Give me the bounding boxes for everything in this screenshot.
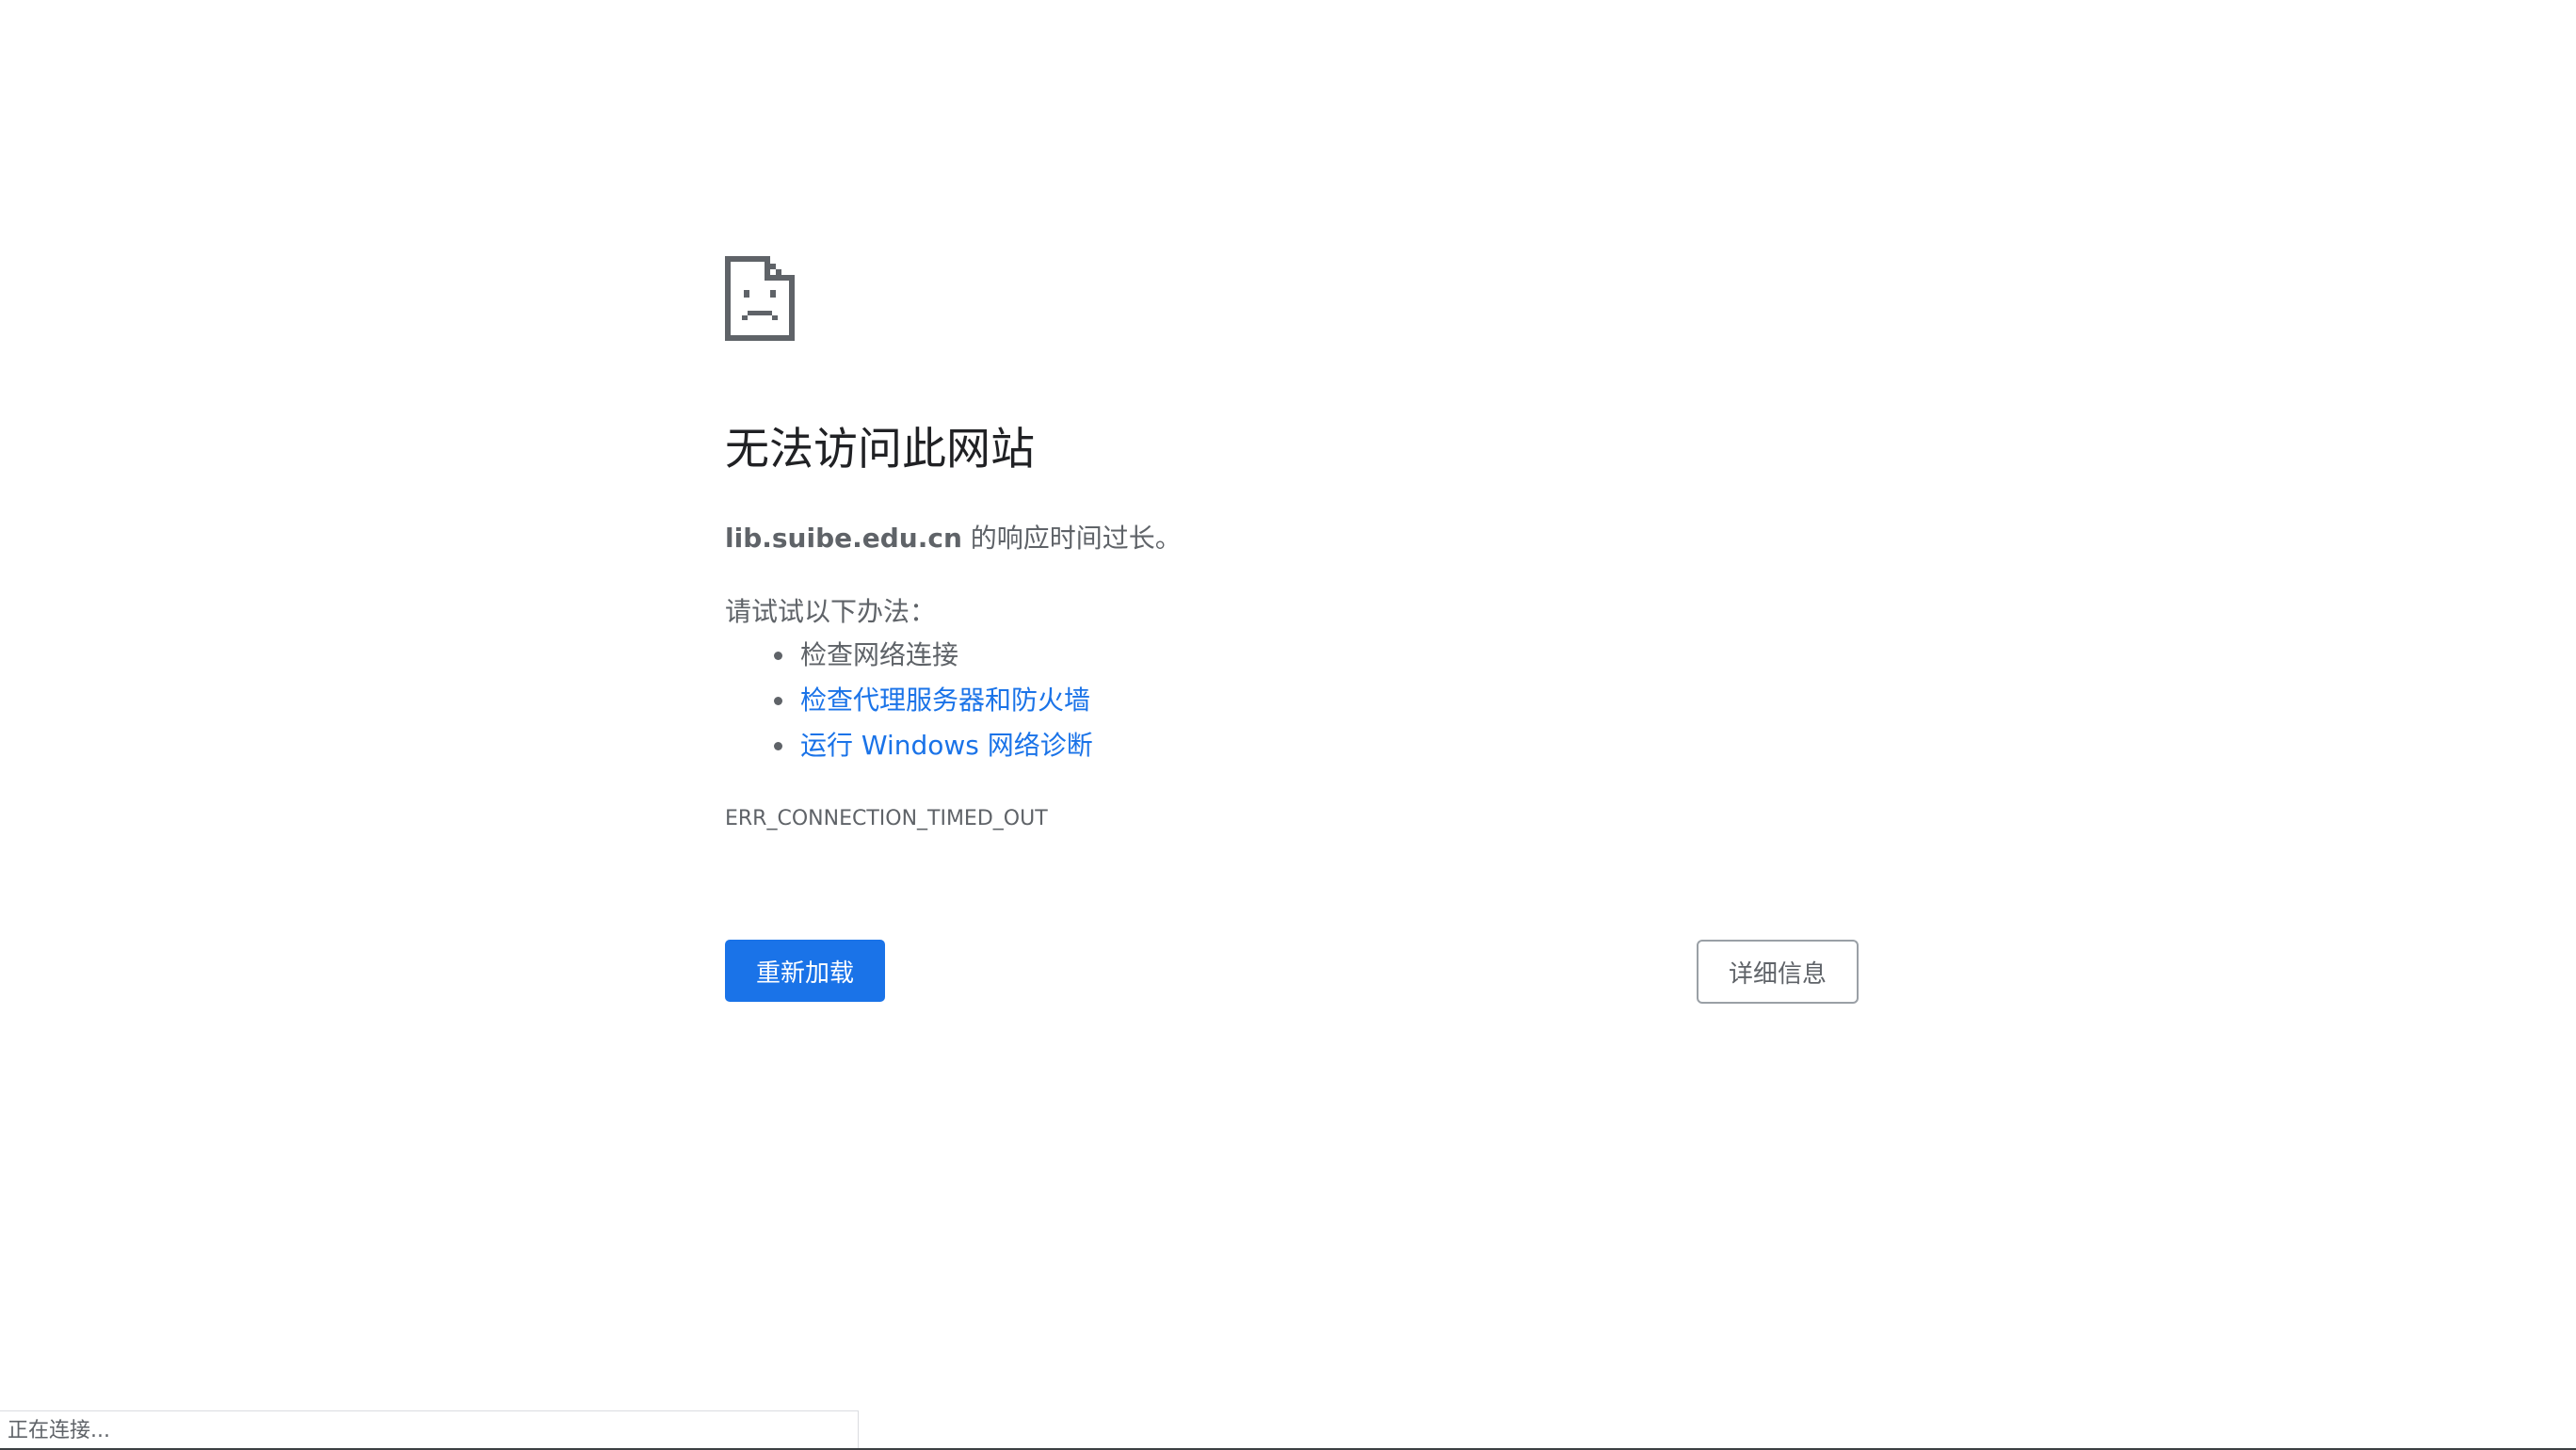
error-host: lib.suibe.edu.cn bbox=[725, 523, 962, 554]
status-bar-text: 正在连接... bbox=[8, 1419, 110, 1442]
bullet-icon bbox=[774, 697, 782, 705]
sad-document-icon bbox=[725, 256, 795, 341]
status-bar: 正在连接... bbox=[0, 1410, 859, 1450]
error-title: 无法访问此网站 bbox=[725, 424, 1035, 475]
suggestion-item: 检查网络连接 bbox=[725, 633, 1093, 678]
details-button[interactable]: 详细信息 bbox=[1697, 940, 1859, 1004]
suggestion-check-network: 检查网络连接 bbox=[800, 639, 959, 670]
suggestion-network-diagnostics-link[interactable]: 运行 Windows 网络诊断 bbox=[800, 730, 1093, 761]
browser-error-page: 无法访问此网站 lib.suibe.edu.cn 的响应时间过长。 请试试以下办… bbox=[0, 0, 2576, 1450]
bullet-icon bbox=[774, 652, 782, 660]
bullet-icon bbox=[774, 742, 782, 750]
suggestion-check-proxy-link[interactable]: 检查代理服务器和防火墙 bbox=[800, 685, 1090, 716]
error-description: lib.suibe.edu.cn 的响应时间过长。 bbox=[725, 518, 1182, 556]
reload-button[interactable]: 重新加载 bbox=[725, 940, 885, 1002]
suggestion-item: 检查代理服务器和防火墙 bbox=[725, 678, 1093, 723]
suggestion-item: 运行 Windows 网络诊断 bbox=[725, 723, 1093, 768]
error-description-suffix: 的响应时间过长。 bbox=[961, 523, 1182, 554]
suggestions-list: 检查网络连接 检查代理服务器和防火墙 运行 Windows 网络诊断 bbox=[725, 633, 1093, 768]
error-code: ERR_CONNECTION_TIMED_OUT bbox=[725, 807, 1048, 830]
suggestions-title: 请试试以下办法： bbox=[725, 596, 937, 627]
